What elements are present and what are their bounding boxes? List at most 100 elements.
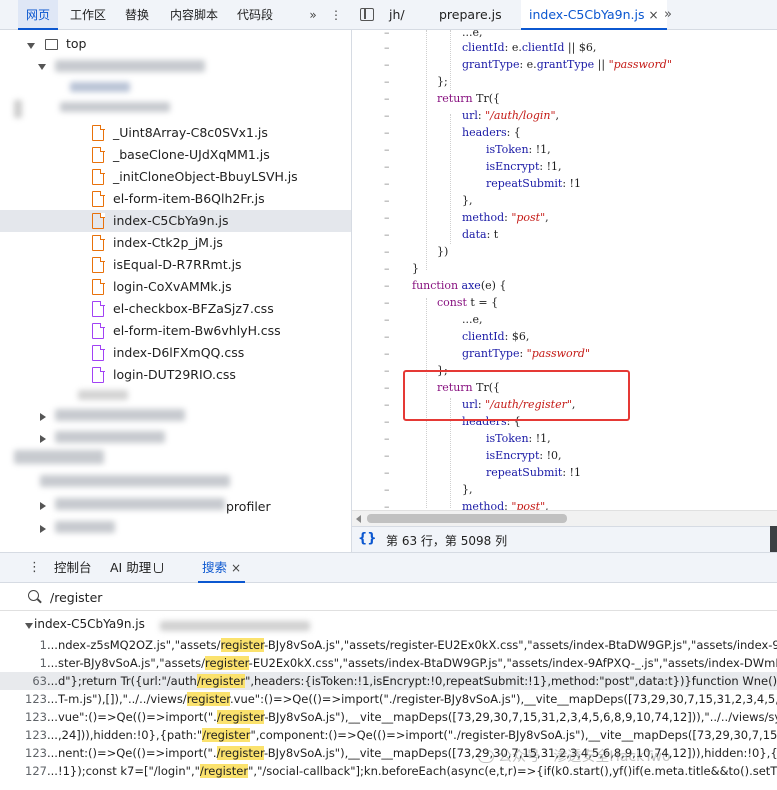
obscured-domain	[55, 498, 225, 510]
css-file-icon	[92, 366, 105, 383]
result-row[interactable]: 1 ...ster-BJy8vSoA.js","assets/register-E…	[0, 654, 777, 672]
tab-console[interactable]: 控制台	[54, 553, 92, 583]
result-file-name[interactable]: index-C5CbYa9n.js	[34, 617, 145, 631]
code-line: – isToken: !1,	[384, 432, 551, 445]
search-input[interactable]	[50, 588, 750, 606]
tab-ai-assistance[interactable]: AI 助理	[110, 553, 164, 583]
code-line: – isEncrypt: !0,	[384, 449, 562, 462]
tab-content-scripts[interactable]: 内容脚本	[162, 0, 226, 30]
close-icon[interactable]: ×	[231, 561, 241, 575]
search-icon	[28, 590, 39, 601]
code-line: – method: "post",	[384, 500, 549, 510]
obscured-folder	[70, 82, 130, 92]
code-line: – repeatSubmit: !1	[384, 177, 581, 190]
file-item[interactable]: _Uint8Array-C8c0SVx1.js	[0, 122, 351, 144]
obscured-domain	[14, 450, 104, 464]
cursor-position: 第 63 行，第 5098 列	[386, 534, 508, 548]
collapse-arrow-icon[interactable]	[40, 502, 46, 510]
result-row[interactable]: 123 ...,24])),hidden:!0},{path:"/register…	[0, 726, 777, 744]
editor-tab-active[interactable]: index-C5CbYa9n.js ×	[521, 0, 667, 30]
obscured-domain	[55, 60, 205, 72]
code-line: – return Tr({	[384, 92, 501, 105]
file-item[interactable]: el-form-item-B6Qlh2Fr.js	[0, 188, 351, 210]
code-editor-panel: jh/ prepare.js index-C5CbYa9n.js × » –...…	[352, 0, 777, 552]
result-row[interactable]: 123 ...T-m.js"),[]),"../../views/register…	[0, 690, 777, 708]
file-tree: top _Uint8Array-C8c0SVx1.js _baseClone-U…	[0, 30, 352, 552]
js-file-icon	[92, 146, 105, 163]
code-line: – clientId: e.clientId || $6,	[384, 41, 597, 54]
close-icon[interactable]: ×	[648, 8, 658, 22]
scroll-left-arrow-icon[interactable]	[356, 515, 361, 523]
horizontal-scrollbar[interactable]	[352, 510, 777, 526]
toggle-navigator-icon[interactable]	[360, 8, 374, 21]
code-view[interactable]: – ...e, – clientId: e.clientId || $6, – gra…	[352, 30, 777, 510]
file-item[interactable]: _initCloneObject-BbuyLSVH.js	[0, 166, 351, 188]
js-file-icon	[92, 278, 105, 295]
code-line: – method: "post",	[384, 211, 549, 224]
obscured-folder	[60, 102, 170, 112]
file-item[interactable]: el-form-item-Bw6vhlyH.css	[0, 320, 351, 342]
file-item-selected[interactable]: index-C5CbYa9n.js	[0, 210, 351, 232]
file-item[interactable]: login-CoXvAMMk.js	[0, 276, 351, 298]
watermark: 公众号 · 渗透安全HackTwo	[478, 746, 671, 766]
file-item[interactable]: el-checkbox-BFZaSjz7.css	[0, 298, 351, 320]
expand-arrow-icon[interactable]	[38, 64, 46, 70]
more-tabs-chevron-icon[interactable]: »	[303, 0, 323, 30]
tab-snippets[interactable]: 代码段	[229, 0, 281, 30]
tab-page[interactable]: 网页	[18, 0, 59, 30]
code-line: –};	[384, 75, 448, 88]
pretty-print-braces-icon[interactable]: {}	[358, 531, 377, 546]
collapse-arrow-icon[interactable]	[40, 525, 46, 533]
expand-arrow-icon[interactable]	[25, 623, 33, 629]
file-item[interactable]: index-Ctk2p_jM.js	[0, 232, 351, 254]
kebab-menu-icon[interactable]: ⋮	[28, 553, 41, 583]
more-tabs-chevron-icon[interactable]: »	[664, 0, 672, 30]
obscured-path	[160, 621, 310, 631]
js-file-icon	[92, 124, 105, 141]
tree-top-label[interactable]: top	[66, 36, 86, 51]
result-row[interactable]: 123 ...vue":()=>Qe(()=>import("./register…	[0, 708, 777, 726]
file-item[interactable]: _baseClone-UJdXqMM1.js	[0, 144, 351, 166]
js-file-icon	[92, 256, 105, 273]
frame-icon	[45, 39, 58, 50]
obscured-domain	[55, 409, 185, 421]
code-line: – isToken: !1,	[384, 143, 551, 156]
obscured-domain	[55, 521, 115, 533]
result-row-selected[interactable]: 63 ...d"};return Tr({url:"/auth/register"…	[0, 672, 777, 690]
code-line: –})	[384, 245, 449, 258]
file-item[interactable]: index-D6lFXmQQ.css	[0, 342, 351, 364]
expand-arrow-icon[interactable]	[27, 43, 35, 49]
wechat-icon	[478, 750, 494, 763]
code-line: – function axe(e) {	[384, 279, 507, 292]
tab-overrides[interactable]: 替换	[117, 0, 157, 30]
obscured-edge	[14, 100, 22, 118]
code-line: – headers: {	[384, 126, 521, 139]
css-file-icon	[92, 300, 105, 317]
file-item[interactable]: isEqual-D-R7RRmt.js	[0, 254, 351, 276]
code-line: –},	[384, 194, 473, 207]
experimental-flask-icon	[154, 563, 164, 573]
profiler-label[interactable]: profiler	[226, 499, 271, 514]
css-file-icon	[92, 344, 105, 361]
panel-edge	[770, 526, 777, 552]
collapse-arrow-icon[interactable]	[40, 413, 46, 421]
scrollbar-thumb[interactable]	[367, 514, 567, 523]
file-item[interactable]: login-DUT29RIO.css	[0, 364, 351, 386]
css-file-icon	[92, 322, 105, 339]
result-row[interactable]: 1 ...ndex-z5sMQ2OZ.js","assets/register-B…	[0, 636, 777, 654]
code-line: – grantType: "password"	[384, 347, 591, 360]
editor-tab-jh[interactable]: jh/	[389, 0, 405, 30]
kebab-menu-icon[interactable]: ⋮	[327, 0, 345, 30]
js-file-icon	[92, 212, 105, 229]
code-line: – url: "/auth/login",	[384, 109, 560, 122]
collapse-arrow-icon[interactable]	[40, 435, 46, 443]
navigator-tab-bar: 网页 工作区 替换 内容脚本 代码段 » ⋮	[0, 0, 352, 30]
editor-tab-prepare[interactable]: prepare.js	[439, 0, 502, 30]
code-line: – const t = {	[384, 296, 499, 309]
obscured-item	[78, 390, 128, 400]
tab-workspace[interactable]: 工作区	[62, 0, 114, 30]
sources-navigator: 网页 工作区 替换 内容脚本 代码段 » ⋮ top _Uint8Array-C…	[0, 0, 352, 552]
tab-search[interactable]: 搜索 ×	[198, 553, 246, 583]
obscured-domain	[40, 475, 230, 487]
code-line: – repeatSubmit: !1	[384, 466, 581, 479]
